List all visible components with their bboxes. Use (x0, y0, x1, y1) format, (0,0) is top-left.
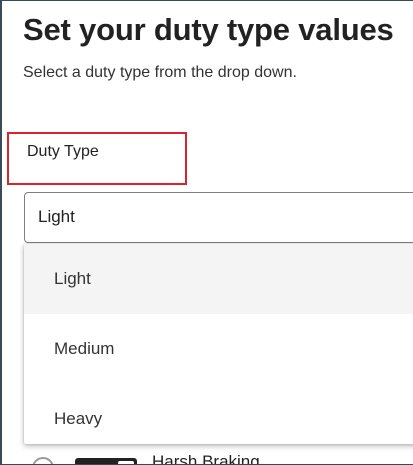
window-frame: Set your duty type values Select a duty … (0, 0, 413, 465)
page-title: Set your duty type values (23, 12, 394, 47)
page-subtitle: Select a duty type from the drop down. (23, 64, 297, 81)
duty-type-selected-value: Light (38, 207, 75, 226)
harsh-braking-radio[interactable] (32, 457, 54, 464)
duty-type-label-highlight (7, 132, 187, 185)
harsh-braking-toggle[interactable] (75, 458, 137, 464)
duty-type-option-medium[interactable]: Medium (24, 314, 413, 384)
toggle-knob (118, 461, 134, 464)
duty-type-dropdown-menu: Light Medium Heavy (24, 244, 413, 444)
duty-type-select[interactable]: Light (24, 192, 413, 243)
duty-type-option-heavy[interactable]: Heavy (24, 384, 413, 454)
duty-type-option-light[interactable]: Light (24, 244, 413, 314)
